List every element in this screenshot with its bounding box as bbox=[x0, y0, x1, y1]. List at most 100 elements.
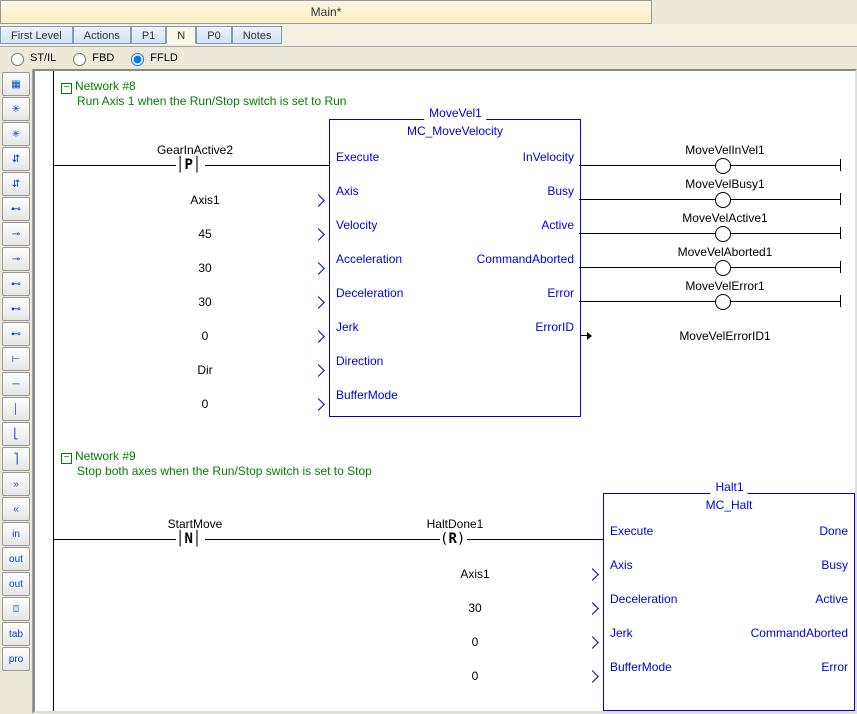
pin-active: Active bbox=[541, 218, 574, 232]
input-value[interactable]: Axis1 bbox=[125, 193, 285, 207]
right-rail-seg bbox=[840, 261, 841, 273]
out-arrow-icon bbox=[581, 331, 593, 341]
wire bbox=[731, 301, 841, 302]
tool-link4-icon[interactable]: ⊷ bbox=[2, 272, 30, 296]
tool-out-icon[interactable]: out bbox=[2, 547, 30, 571]
chevron-icon bbox=[316, 195, 326, 205]
tool-out2-icon[interactable]: out bbox=[2, 572, 30, 596]
coil[interactable] bbox=[715, 192, 731, 208]
document-title: Main* bbox=[0, 0, 652, 24]
chevron-icon bbox=[316, 399, 326, 409]
coil[interactable] bbox=[715, 158, 731, 174]
function-block-halt[interactable]: Halt1 MC_Halt ExecuteDone AxisBusy Decel… bbox=[603, 493, 855, 711]
tool-pro-icon[interactable]: pro bbox=[2, 647, 30, 671]
pin-execute: Execute bbox=[610, 524, 653, 538]
input-value[interactable]: 30 bbox=[395, 601, 555, 615]
network8-header[interactable]: −Network #8 Run Axis 1 when the Run/Stop… bbox=[61, 79, 346, 108]
tool-branch-icon[interactable]: ⊢ bbox=[2, 347, 30, 371]
input-value[interactable]: 0 bbox=[125, 397, 285, 411]
radio-fbd[interactable]: FBD bbox=[68, 50, 114, 66]
pin-active: Active bbox=[815, 592, 848, 606]
pin-error: Error bbox=[547, 286, 574, 300]
pin-acceleration: Acceleration bbox=[336, 252, 402, 266]
tool-link-icon[interactable]: ⊷ bbox=[2, 197, 30, 221]
tab-p0[interactable]: P0 bbox=[196, 26, 231, 44]
tool-coil-icon[interactable]: ⇵ bbox=[2, 147, 30, 171]
radio-ffld[interactable]: FFLD bbox=[126, 50, 178, 66]
coil-label: MoveVelInVel1 bbox=[635, 143, 815, 157]
wire bbox=[579, 301, 715, 302]
coil[interactable] bbox=[715, 226, 731, 242]
r-contact[interactable]: (R) bbox=[440, 531, 465, 547]
tool-link2-icon[interactable]: ⊸ bbox=[2, 222, 30, 246]
output-var: MoveVelErrorID1 bbox=[635, 329, 815, 343]
input-value[interactable]: 0 bbox=[395, 669, 555, 683]
wire bbox=[579, 233, 715, 234]
coil[interactable] bbox=[715, 260, 731, 276]
input-value[interactable]: Axis1 bbox=[395, 567, 555, 581]
wire bbox=[579, 199, 715, 200]
tool-coil2-icon[interactable]: ⇵ bbox=[2, 172, 30, 196]
fb-instance-name: MoveVel1 bbox=[424, 106, 486, 120]
tool-contact2-icon[interactable]: ✳ bbox=[2, 122, 30, 146]
tool-jumpfwd-icon[interactable]: » bbox=[2, 472, 30, 496]
wire bbox=[731, 199, 841, 200]
chevron-icon bbox=[590, 637, 600, 647]
p-contact[interactable]: │P│ bbox=[176, 157, 201, 173]
tool-link5-icon[interactable]: ⊷ bbox=[2, 297, 30, 321]
right-rail-seg bbox=[840, 193, 841, 205]
tool-loop-icon[interactable]: ⌼ bbox=[2, 597, 30, 621]
tool-contact-icon[interactable]: ✳ bbox=[2, 97, 30, 121]
tool-link3-icon[interactable]: ⊸ bbox=[2, 247, 30, 271]
function-block-movevel[interactable]: MoveVel1 MC_MoveVelocity ExecuteInVeloci… bbox=[329, 119, 581, 417]
fb-type-name: MC_Halt bbox=[604, 494, 854, 514]
input-value[interactable]: 30 bbox=[125, 261, 285, 275]
tool-hwire-icon[interactable]: ─ bbox=[2, 372, 30, 396]
tool-corner1-icon[interactable]: ⎣ bbox=[2, 422, 30, 446]
coil-label: MoveVelActive1 bbox=[635, 211, 815, 225]
tab-n[interactable]: N bbox=[166, 26, 196, 44]
network8-comment: Run Axis 1 when the Run/Stop switch is s… bbox=[77, 94, 346, 108]
tool-jumpback-icon[interactable]: « bbox=[2, 497, 30, 521]
network9-header[interactable]: −Network #9 Stop both axes when the Run/… bbox=[61, 449, 372, 478]
coil-label: MoveVelAborted1 bbox=[635, 245, 815, 259]
ladder-canvas[interactable]: −Network #8 Run Axis 1 when the Run/Stop… bbox=[33, 69, 857, 713]
input-value[interactable]: Dir bbox=[125, 363, 285, 377]
right-rail-seg bbox=[840, 227, 841, 239]
tool-in-icon[interactable]: in bbox=[2, 522, 30, 546]
pin-invelocity: InVelocity bbox=[523, 150, 574, 164]
wire bbox=[731, 233, 841, 234]
radio-stil[interactable]: ST/IL bbox=[6, 50, 56, 66]
pin-axis: Axis bbox=[336, 184, 359, 198]
input-value[interactable]: 0 bbox=[395, 635, 555, 649]
wire bbox=[205, 539, 440, 540]
wire bbox=[579, 165, 715, 166]
pin-commandaborted: CommandAborted bbox=[751, 626, 848, 640]
pin-deceleration: Deceleration bbox=[610, 592, 677, 606]
tool-select-icon[interactable]: ▦ bbox=[2, 72, 30, 96]
tool-tab-icon[interactable]: tab bbox=[2, 622, 30, 646]
tool-vwire-icon[interactable]: │ bbox=[2, 397, 30, 421]
tab-p1[interactable]: P1 bbox=[131, 26, 166, 44]
input-value[interactable]: 0 bbox=[125, 329, 285, 343]
pin-buffermode: BufferMode bbox=[610, 660, 672, 674]
view-mode-radios: ST/IL FBD FFLD bbox=[0, 47, 857, 69]
chevron-icon bbox=[590, 569, 600, 579]
collapse-icon[interactable]: − bbox=[61, 453, 72, 464]
right-rail-seg bbox=[840, 159, 841, 171]
wire bbox=[467, 539, 603, 540]
n-contact[interactable]: │N│ bbox=[176, 531, 201, 547]
input-value[interactable]: 30 bbox=[125, 295, 285, 309]
input-value[interactable]: 45 bbox=[125, 227, 285, 241]
tab-actions[interactable]: Actions bbox=[73, 26, 131, 44]
collapse-icon[interactable]: − bbox=[61, 83, 72, 94]
fb-instance-name: Halt1 bbox=[710, 480, 747, 494]
tab-first-level[interactable]: First Level bbox=[0, 26, 73, 44]
tab-notes[interactable]: Notes bbox=[232, 26, 283, 44]
tool-corner2-icon[interactable]: ⎤ bbox=[2, 447, 30, 471]
tool-link6-icon[interactable]: ⊷ bbox=[2, 322, 30, 346]
pin-jerk: Jerk bbox=[610, 626, 633, 640]
coil[interactable] bbox=[715, 294, 731, 310]
pin-deceleration: Deceleration bbox=[336, 286, 403, 300]
pin-axis: Axis bbox=[610, 558, 633, 572]
